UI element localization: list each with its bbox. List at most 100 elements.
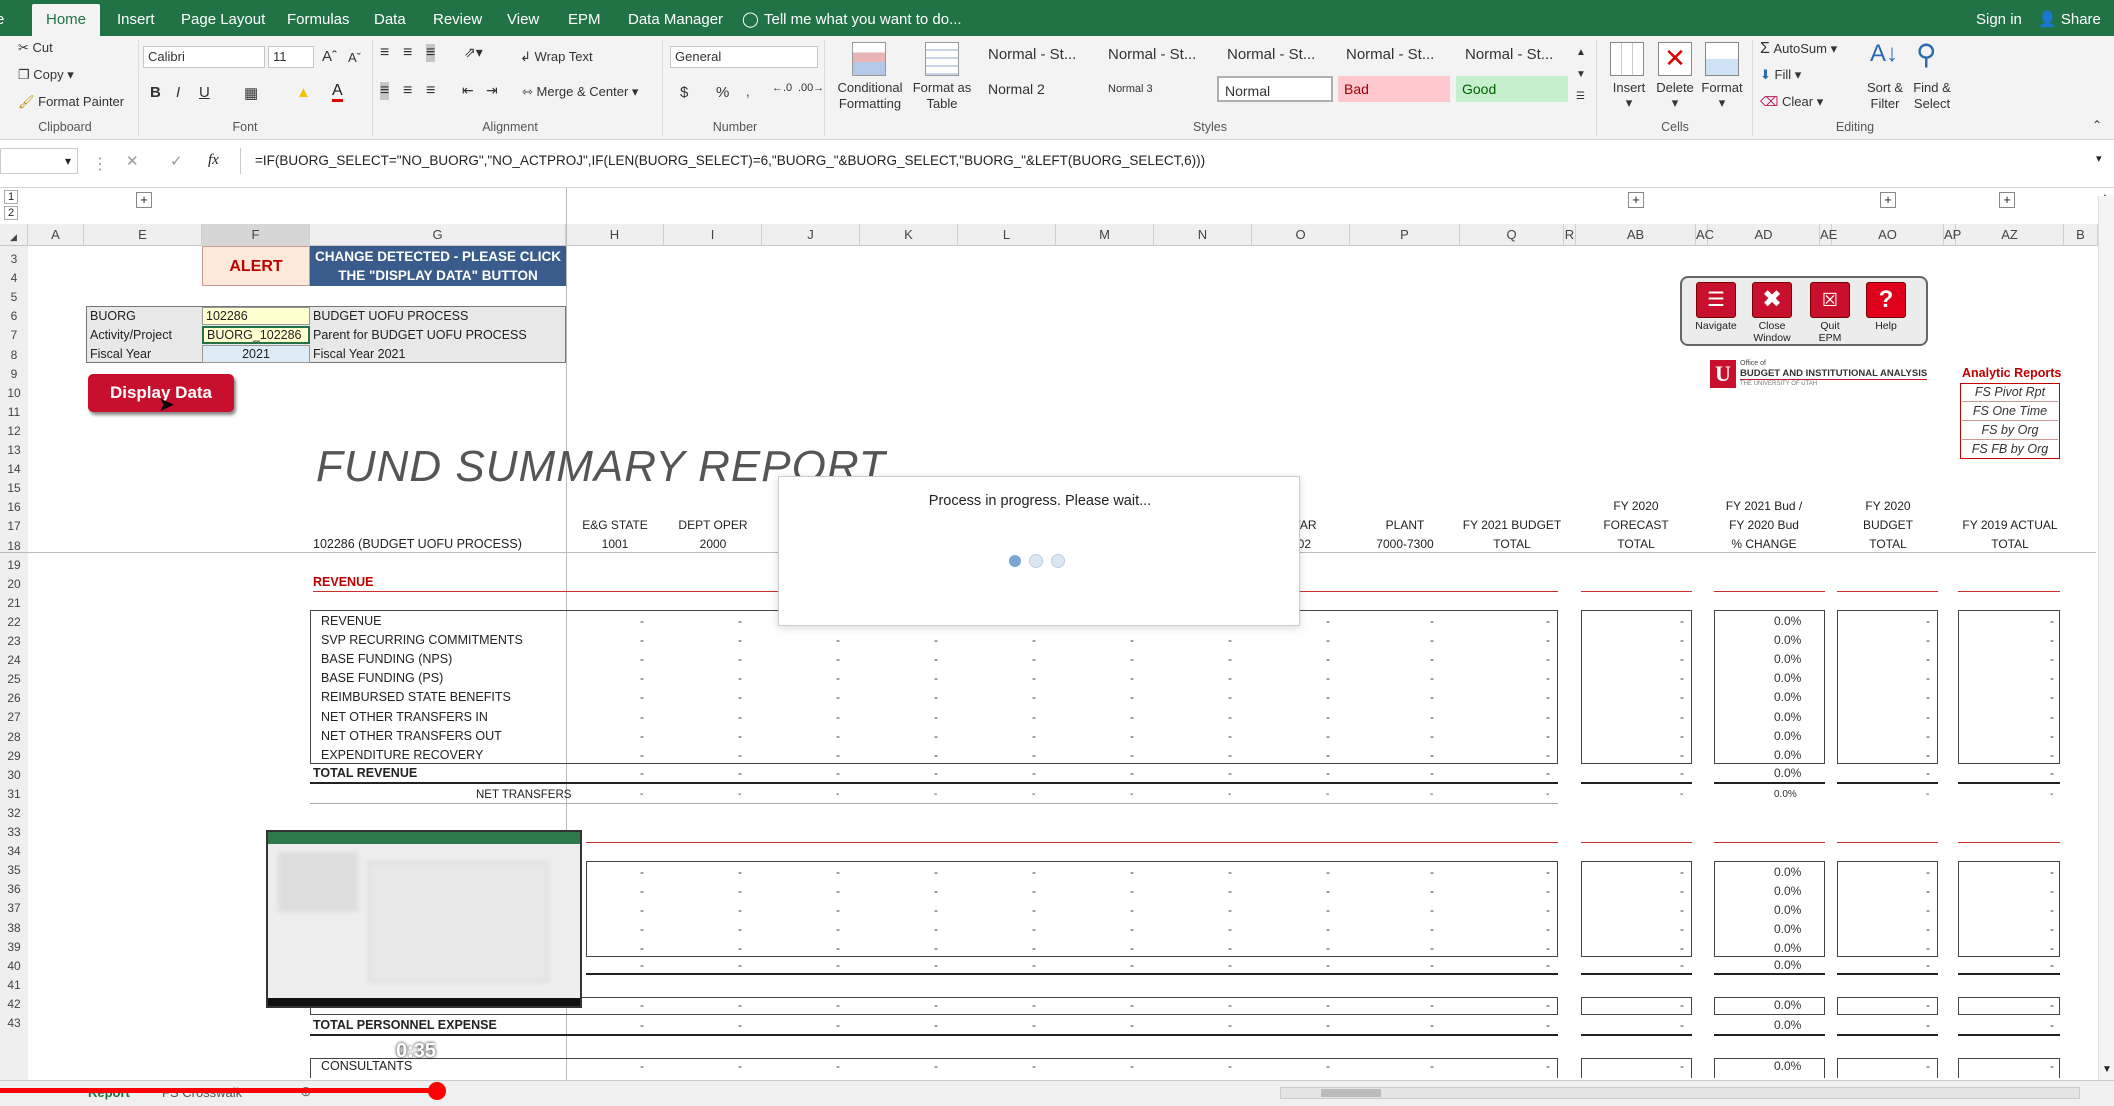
- video-preview-thumbnail[interactable]: [266, 830, 582, 1008]
- scroll-thumb[interactable]: [1321, 1089, 1381, 1097]
- row-header[interactable]: 14: [0, 460, 28, 479]
- align-middle-icon[interactable]: ≡: [403, 44, 412, 62]
- find-select-button[interactable]: Find & Select: [1908, 80, 1956, 112]
- col-header[interactable]: AP: [1944, 224, 1961, 246]
- row-header[interactable]: 39: [0, 938, 28, 957]
- currency-button[interactable]: $: [680, 84, 688, 101]
- cell-style-normal-st-3[interactable]: Normal - St...: [1221, 42, 1335, 68]
- conditional-formatting-button[interactable]: Conditional Formatting: [832, 80, 908, 112]
- row-header[interactable]: 42: [0, 995, 28, 1014]
- cut-button[interactable]: ✂ Cut: [18, 40, 53, 56]
- row-header[interactable]: 43: [0, 1014, 28, 1033]
- row-header[interactable]: 4: [0, 269, 28, 288]
- horizontal-scrollbar[interactable]: [1280, 1087, 2080, 1099]
- row-header[interactable]: 28: [0, 728, 28, 747]
- expand-group-az-icon[interactable]: +: [1999, 192, 2015, 208]
- row-header[interactable]: 31: [0, 785, 28, 804]
- row-header[interactable]: 10: [0, 384, 28, 403]
- tab-epm[interactable]: EPM: [568, 0, 601, 36]
- row-header[interactable]: 8: [0, 346, 28, 365]
- scroll-down-icon[interactable]: ▼: [2102, 1064, 2112, 1075]
- row-header[interactable]: 17: [0, 517, 28, 536]
- row-header[interactable]: 27: [0, 708, 28, 727]
- sort-filter-button[interactable]: Sort & Filter: [1856, 80, 1914, 112]
- row-header[interactable]: 37: [0, 899, 28, 918]
- col-header[interactable]: J: [762, 224, 860, 246]
- shrink-font-icon[interactable]: Aˇ: [348, 50, 361, 65]
- conditional-formatting-icon[interactable]: [852, 42, 886, 76]
- cancel-icon[interactable]: ✕: [126, 152, 139, 170]
- file-tab-edge[interactable]: e: [0, 0, 4, 36]
- tab-data[interactable]: Data: [374, 0, 406, 36]
- cell-style-normal-3[interactable]: Normal 3: [1102, 76, 1216, 102]
- cell-style-normal[interactable]: Normal: [1217, 76, 1333, 102]
- row-header[interactable]: 30: [0, 766, 28, 785]
- video-progress-bar[interactable]: [0, 1088, 440, 1093]
- enter-icon[interactable]: ✓: [170, 152, 183, 170]
- align-bottom-icon[interactable]: ≡: [426, 44, 436, 62]
- align-top-icon[interactable]: ≡: [380, 44, 389, 62]
- percent-button[interactable]: %: [716, 84, 729, 101]
- font-name-select[interactable]: Calibri: [143, 46, 265, 68]
- col-header[interactable]: Q: [1460, 224, 1564, 246]
- row-header[interactable]: 41: [0, 976, 28, 995]
- row-header[interactable]: 24: [0, 651, 28, 670]
- insert-cells-button[interactable]: Insert ▾: [1609, 80, 1649, 111]
- copy-button[interactable]: ❐ Copy ▾: [18, 67, 74, 83]
- format-cells-button[interactable]: Format ▾: [1701, 80, 1743, 111]
- tab-page-layout[interactable]: Page Layout: [181, 0, 265, 36]
- col-header[interactable]: E: [84, 224, 202, 246]
- font-color-icon[interactable]: A: [332, 82, 343, 102]
- format-cells-icon[interactable]: [1705, 42, 1739, 76]
- format-painter-button[interactable]: 🖌 Format Painter: [18, 94, 124, 110]
- expand-group-ab-icon[interactable]: +: [1628, 192, 1644, 208]
- fill-button[interactable]: ⬇ Fill ▾: [1760, 67, 1801, 83]
- delete-cells-icon[interactable]: ✕: [1658, 42, 1692, 76]
- wrap-text-button[interactable]: ↲ Wrap Text: [520, 49, 593, 65]
- row-header[interactable]: 33: [0, 823, 28, 842]
- row-header[interactable]: 3: [0, 250, 28, 269]
- activity-project-input[interactable]: BUORG_102286: [202, 326, 310, 344]
- row-header[interactable]: 6: [0, 307, 28, 326]
- delete-cells-button[interactable]: Delete ▾: [1655, 80, 1695, 111]
- col-header[interactable]: N: [1154, 224, 1252, 246]
- row-header[interactable]: 7: [0, 326, 28, 345]
- row-header[interactable]: 12: [0, 422, 28, 441]
- fiscal-year-input[interactable]: 2021: [202, 345, 310, 363]
- name-box[interactable]: ▾: [0, 148, 78, 174]
- col-header[interactable]: B: [2064, 224, 2098, 246]
- styles-scroll-icon[interactable]: ▲ ▼ ☰: [1576, 42, 1586, 108]
- col-header[interactable]: H: [566, 224, 664, 246]
- borders-icon[interactable]: ▦: [244, 84, 258, 102]
- increase-decimal-icon[interactable]: ←.0: [772, 82, 792, 94]
- row-header[interactable]: 19: [0, 556, 28, 575]
- row-header[interactable]: 38: [0, 919, 28, 938]
- row-header[interactable]: 21: [0, 594, 28, 613]
- row-header[interactable]: 34: [0, 842, 28, 861]
- tab-insert[interactable]: Insert: [117, 0, 155, 36]
- col-header[interactable]: M: [1056, 224, 1154, 246]
- align-left-icon[interactable]: ≡: [380, 82, 390, 100]
- row-header[interactable]: 26: [0, 689, 28, 708]
- formula-input[interactable]: =IF(BUORG_SELECT="NO_BUORG","NO_ACTPROJ"…: [240, 148, 2100, 174]
- italic-button[interactable]: I: [176, 84, 180, 101]
- row-header[interactable]: 11: [0, 403, 28, 422]
- decrease-decimal-icon[interactable]: .00→: [798, 82, 824, 94]
- comma-icon[interactable]: ,: [746, 84, 750, 99]
- row-header[interactable]: 25: [0, 670, 28, 689]
- cell-style-bad[interactable]: Bad: [1338, 76, 1450, 102]
- col-header[interactable]: G: [310, 224, 566, 246]
- fs-pivot-rpt-link[interactable]: FS Pivot Rpt: [1962, 385, 2058, 402]
- col-header[interactable]: AB: [1576, 224, 1696, 246]
- sort-filter-icon[interactable]: A↓: [1870, 40, 1898, 68]
- row-header[interactable]: 32: [0, 804, 28, 823]
- col-header[interactable]: AZ: [1956, 224, 2064, 246]
- align-right-icon[interactable]: ≡: [426, 82, 435, 100]
- font-size-select[interactable]: 11: [268, 46, 314, 68]
- col-header[interactable]: AE: [1820, 224, 1837, 246]
- cell-style-normal-2[interactable]: Normal 2: [982, 76, 1096, 102]
- row-header[interactable]: 29: [0, 747, 28, 766]
- grow-font-icon[interactable]: Aˆ: [322, 48, 337, 65]
- fs-one-time-link[interactable]: FS One Time: [1962, 404, 2058, 421]
- cell-style-normal-st-2[interactable]: Normal - St...: [1102, 42, 1216, 68]
